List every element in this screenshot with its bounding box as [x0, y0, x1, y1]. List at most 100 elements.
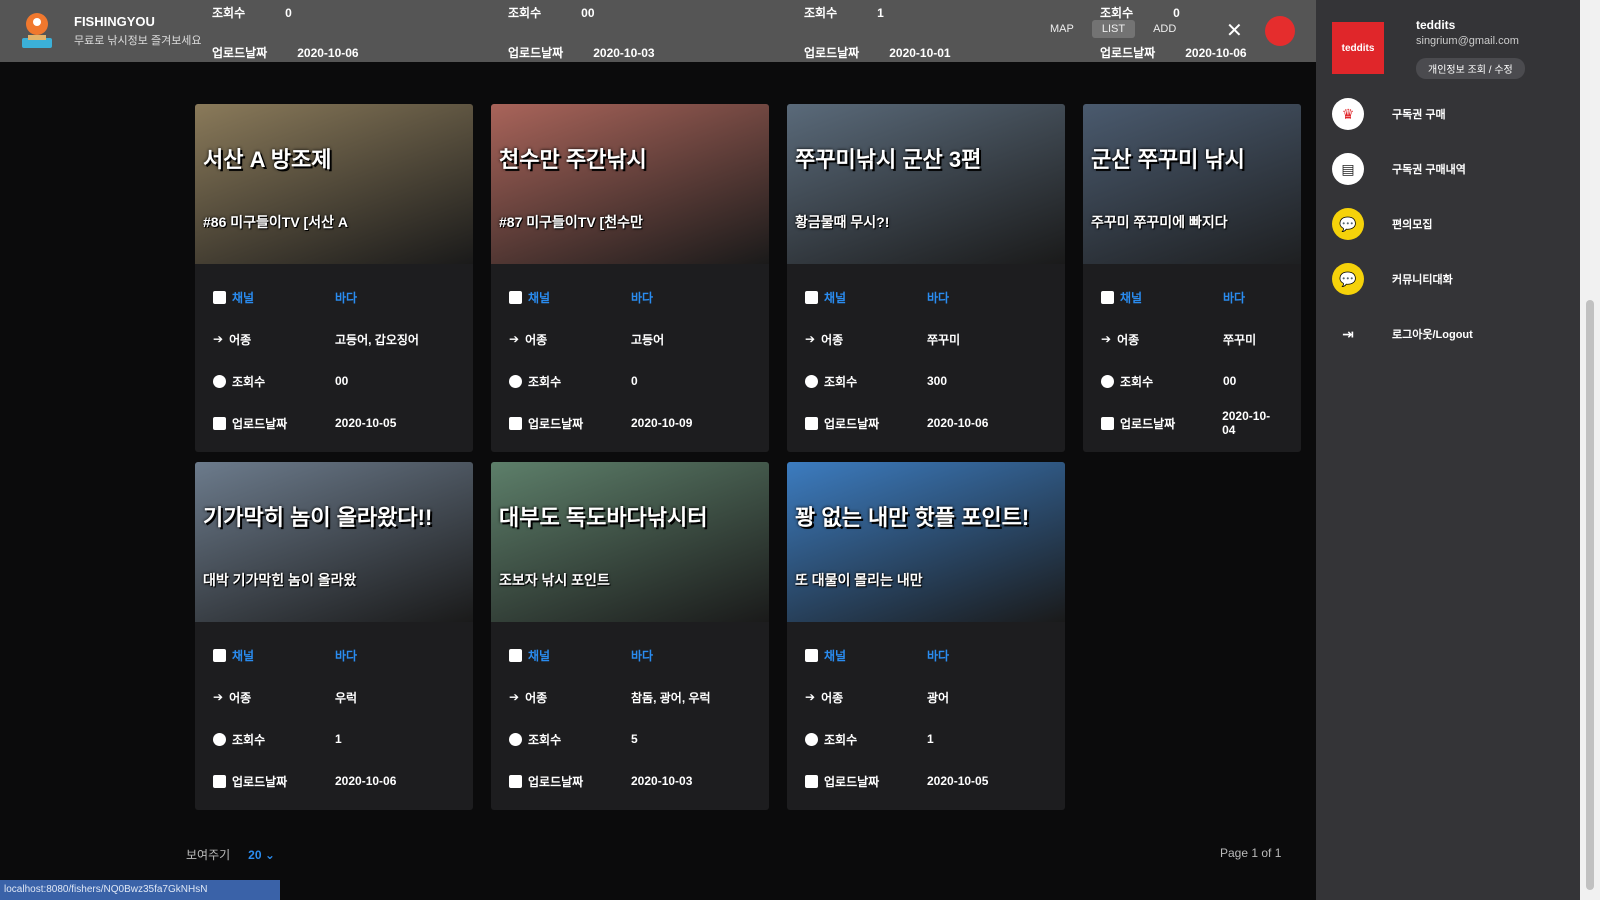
edit-profile-button[interactable]: 개인정보 조회 / 수정 [1416, 58, 1525, 79]
user-info: teddits singrium@gmail.com [1416, 18, 1519, 47]
video-card[interactable]: 기가막히 놈이 올라왔다!! 대박 기가막힌 놈이 올라왔 채널 바다 ➔ 어종 우럭 조회수… [195, 462, 473, 810]
thumbnail-caption: 대박 기가막힌 놈이 올라왔 [203, 572, 357, 588]
avatar[interactable] [1265, 16, 1295, 46]
thumbnail-title: 쭈꾸미낚시 군산 3편 [795, 147, 982, 172]
calendar-icon [213, 774, 226, 788]
views-value: 1 [927, 732, 934, 746]
channel-value[interactable]: 바다 [1223, 289, 1245, 306]
video-card[interactable]: 대부도 독도바다낚시터 조보자 낚시 포인트 채널 바다 ➔ 어종 참돔, 광어, 우럭 조회… [491, 462, 769, 810]
per-page-select[interactable]: 20 ⌄ [248, 848, 275, 862]
eye-icon [805, 374, 818, 388]
eye-icon [213, 732, 226, 746]
partial-views-row: 조회수 1 [804, 6, 884, 20]
partial-date-row: 업로드날짜 2020-10-06 [212, 46, 359, 60]
video-card[interactable]: 군산 쭈꾸미 낚시 주꾸미 쭈꾸미에 빠지다 채널 바다 ➔ 어종 쭈꾸미 조회수 00 업로드날… [1083, 104, 1301, 452]
fish-value: 우럭 [335, 690, 358, 705]
video-card[interactable]: 서산 A 방조제 #86 미구들이TV [서산 A 채널 바다 ➔ 어종 고등어, 갑오징어… [195, 104, 473, 452]
date-value: 2020-10-05 [927, 774, 989, 788]
drawer-menu-item[interactable]: 💬 편의모집 [1332, 208, 1432, 240]
views-value: 00 [335, 374, 349, 388]
drawer-menu-item[interactable]: ⇥ 로그아웃/Logout [1332, 318, 1473, 350]
channel-value[interactable]: 바다 [631, 289, 653, 306]
card-meta: 채널 바다 ➔ 어종 참돔, 광어, 우럭 조회수 5 업로드날짜 2020-10-03 [491, 622, 769, 810]
channel-row: 채널 바다 [509, 634, 751, 676]
channel-value[interactable]: 바다 [335, 289, 357, 306]
tab-add[interactable]: ADD [1143, 20, 1186, 38]
views-value: 5 [631, 732, 638, 746]
date-value: 2020-10-06 [927, 416, 989, 430]
thumbnail-title: 기가막히 놈이 올라왔다!! [203, 505, 433, 530]
calendar-icon [805, 416, 818, 430]
drawer-menu-item[interactable]: 💬 커뮤니티대화 [1332, 263, 1453, 295]
video-thumbnail[interactable]: 기가막히 놈이 올라왔다!! 대박 기가막힌 놈이 올라왔 [195, 462, 473, 622]
partial-views-row: 조회수 0 [212, 6, 292, 20]
thumbnail-title: 꽝 없는 내만 핫플 포인트! [795, 505, 1030, 530]
partial-views-row: 조회수 0 [1100, 6, 1180, 20]
thumbnail-title: 군산 쭈꾸미 낚시 [1091, 147, 1245, 172]
thumbnail-title: 천수만 주간낚시 [499, 147, 647, 172]
tab-list[interactable]: LIST [1091, 20, 1136, 38]
logout-icon: ⇥ [1342, 325, 1354, 342]
fish-row: ➔ 어종 고등어 [509, 332, 665, 347]
thumbnail-caption: 황금물때 무시?! [795, 214, 890, 230]
partial-date-row: 업로드날짜 2020-10-06 [1100, 46, 1247, 60]
status-url: localhost:8080/fishers/NQ0Bwz35fa7GkNHsN [0, 880, 280, 900]
channel-row: 채널 바다 [805, 634, 1047, 676]
eye-icon [509, 732, 522, 746]
video-thumbnail[interactable]: 대부도 독도바다낚시터 조보자 낚시 포인트 [491, 462, 769, 622]
menu-label: 로그아웃/Logout [1392, 329, 1473, 341]
views-row: 조회수 00 [1101, 360, 1283, 402]
scrollbar-thumb[interactable] [1586, 300, 1594, 890]
close-icon[interactable]: ✕ [1226, 18, 1243, 43]
fishing-logo-icon[interactable] [14, 8, 60, 54]
video-card[interactable]: 쭈꾸미낚시 군산 3편 황금물때 무시?! 채널 바다 ➔ 어종 쭈꾸미 조회수 300 업로드날… [787, 104, 1065, 452]
partial-views-row: 조회수 00 [508, 6, 595, 20]
video-thumbnail[interactable]: 군산 쭈꾸미 낚시 주꾸미 쭈꾸미에 빠지다 [1083, 104, 1301, 264]
video-card[interactable]: 천수만 주간낚시 #87 미구들이TV [천수만 채널 바다 ➔ 어종 고등어 조회수 0 업로드… [491, 104, 769, 452]
views-row: 조회수 0 [509, 360, 751, 402]
views-row: 조회수 300 [805, 360, 1047, 402]
fish-icon: ➔ [213, 332, 224, 346]
fish-icon: ➔ [1101, 332, 1112, 346]
fish-icon: ➔ [509, 690, 520, 704]
nav-tabs: MAP LIST ADD [1040, 20, 1186, 38]
video-thumbnail[interactable]: 서산 A 방조제 #86 미구들이TV [서산 A [195, 104, 473, 264]
calendar-icon [213, 416, 226, 430]
fish-value: 고등어, 갑오징어 [335, 332, 419, 347]
date-value: 2020-10-03 [631, 774, 693, 788]
date-value: 2020-10-05 [335, 416, 397, 430]
video-card[interactable]: 꽝 없는 내만 핫플 포인트! 또 대물이 몰리는 내만 채널 바다 ➔ 어종 광어 조회수 1… [787, 462, 1065, 810]
drawer-logo: teddits [1332, 22, 1384, 74]
date-value: 2020-10-09 [631, 416, 693, 430]
eye-icon [509, 374, 522, 388]
channel-value[interactable]: 바다 [927, 647, 949, 664]
partial-date-row: 업로드날짜 2020-10-01 [804, 46, 951, 60]
fish-row: ➔ 어종 우럭 [213, 690, 358, 705]
channel-icon [1101, 290, 1114, 304]
fish-icon: ➔ [805, 332, 816, 346]
channel-icon [213, 648, 226, 662]
video-thumbnail[interactable]: 쭈꾸미낚시 군산 3편황금물때 무시?! [787, 104, 1065, 264]
crown-icon: ♛ [1332, 98, 1364, 130]
date-row: 업로드날짜 2020-10-05 [213, 402, 455, 444]
fish-value: 고등어 [631, 332, 665, 347]
partial-date-row: 업로드날짜 2020-10-03 [508, 46, 655, 60]
channel-icon [213, 290, 226, 304]
channel-value[interactable]: 바다 [631, 647, 653, 664]
video-thumbnail[interactable]: 꽝 없는 내만 핫플 포인트! 또 대물이 몰리는 내만 [787, 462, 1065, 622]
drawer-menu-item[interactable]: ♛ 구독권 구매 [1332, 98, 1446, 130]
fish-icon: ➔ [805, 690, 816, 704]
chat-icon: 💬 [1332, 208, 1364, 240]
side-drawer: teddits teddits singrium@gmail.com 개인정보 … [1316, 0, 1580, 900]
channel-value[interactable]: 바다 [927, 289, 949, 306]
per-page-label: 보여주기 [186, 848, 231, 862]
drawer-menu-item[interactable]: ▤ 구독권 구매내역 [1332, 153, 1466, 185]
channel-row: 채널 바다 [1101, 276, 1283, 318]
brand-subtitle: 무료로 낚시정보 즐겨보세요 [74, 35, 202, 47]
video-thumbnail[interactable]: 천수만 주간낚시 #87 미구들이TV [천수만 [491, 104, 769, 264]
tab-map[interactable]: MAP [1040, 20, 1084, 38]
channel-value[interactable]: 바다 [335, 647, 357, 664]
calendar-icon [805, 774, 818, 788]
card-meta: 채널 바다 ➔ 어종 고등어, 갑오징어 조회수 00 업로드날짜 2020-10-05 [195, 264, 473, 452]
calendar-icon [509, 774, 522, 788]
